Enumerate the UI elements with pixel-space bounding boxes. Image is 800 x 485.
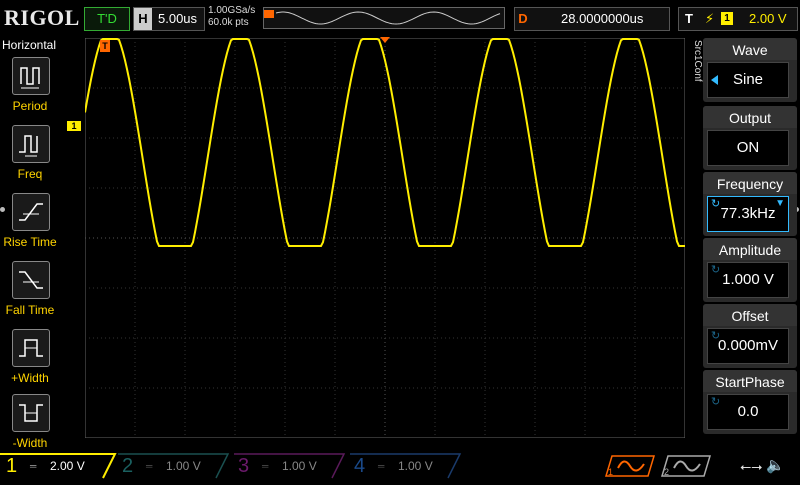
channel-4-status[interactable]: 4 ═ 1.00 V: [348, 454, 460, 478]
channel-2-status[interactable]: 2 ═ 1.00 V: [116, 454, 228, 478]
measure-fall-time[interactable]: Fall Time: [0, 261, 60, 323]
generator-2-sine-icon: 2: [660, 455, 712, 477]
generator-1-button[interactable]: 1: [604, 454, 656, 478]
delay-label: D: [518, 11, 528, 26]
waveform-display[interactable]: [84, 37, 686, 439]
memory-depth: 60.0k pts: [208, 17, 249, 28]
knob-icon: ↻: [711, 198, 721, 210]
frequency-title: Frequency: [703, 172, 797, 194]
memory-overview-waveform: [264, 10, 501, 25]
memory-overview-strip[interactable]: [263, 7, 505, 29]
frequency-label: Freq: [17, 167, 43, 181]
trigger-position-icon[interactable]: T: [100, 40, 110, 52]
selector-arrow-icon: [711, 75, 718, 85]
horizontal-timebase[interactable]: H 5.00us: [133, 7, 205, 31]
generator-1-number: 1: [608, 467, 613, 477]
measure-frequency[interactable]: Freq: [0, 125, 60, 187]
usb-icon: ⭠⭢: [740, 458, 763, 474]
trigger-label: T: [685, 11, 693, 26]
acquisition-info: 1.00GSa/s 60.0k pts: [208, 5, 255, 29]
dc-coupling-icon: ═: [262, 461, 269, 471]
wave-value: Sine: [707, 62, 789, 98]
brand-logo: RIGOL: [4, 5, 80, 30]
start-phase-value: ↻ 0.0: [707, 394, 789, 430]
channel-3-scale: 1.00 V: [282, 459, 317, 473]
period-icon: [12, 57, 50, 95]
offset-softkey[interactable]: Offset ↻ 0.000mV: [703, 304, 797, 368]
measure-negative-width[interactable]: -Width: [0, 394, 60, 456]
trigger-level: 2.00 V: [749, 11, 787, 26]
channel-2-scale: 1.00 V: [166, 459, 201, 473]
positive-width-label: +Width: [11, 371, 49, 385]
trigger-position-marker: [264, 10, 274, 18]
channel-1-number: 1: [6, 455, 18, 477]
sample-rate: 1.00GSa/s: [208, 5, 256, 16]
mini-waveform: [275, 11, 501, 25]
timebase-value: 5.00us: [158, 11, 198, 26]
generator-2-number: 2: [664, 467, 669, 477]
fall-time-icon: [12, 261, 50, 299]
generator-2-button[interactable]: 2: [660, 454, 712, 478]
frequency-value: ↻ ▼ 77.3kHz: [707, 196, 789, 232]
start-phase-softkey[interactable]: StartPhase ↻ 0.0: [703, 370, 797, 434]
rising-edge-icon: ⚡: [705, 11, 715, 26]
output-softkey[interactable]: Output ON: [703, 106, 797, 170]
delay-value: 28.0000000us: [561, 11, 644, 26]
output-value: ON: [707, 130, 789, 166]
generator-1-sine-icon: 1: [604, 455, 656, 477]
frequency-softkey[interactable]: Frequency ↻ ▼ 77.3kHz: [703, 172, 797, 236]
start-phase-title: StartPhase: [703, 370, 797, 392]
dc-coupling-icon: ═: [378, 461, 385, 471]
wave-title: Wave: [703, 38, 797, 60]
channel-4-number: 4: [354, 455, 366, 477]
channel-2-number: 2: [122, 455, 134, 477]
amplitude-value: ↻ 1.000 V: [707, 262, 789, 298]
measure-positive-width[interactable]: +Width: [0, 329, 60, 391]
amplitude-title: Amplitude: [703, 238, 797, 260]
offset-title: Offset: [703, 304, 797, 326]
dc-coupling-icon: ═: [146, 461, 153, 471]
speaker-icon[interactable]: 🔈: [766, 456, 786, 474]
measure-rise-time[interactable]: Rise Time: [0, 193, 60, 255]
source-config-label: Src1Conf: [692, 40, 703, 82]
frequency-icon: [12, 125, 50, 163]
negative-width-icon: [12, 394, 50, 432]
knob-down-icon: ▼: [775, 198, 785, 209]
knob-icon: ↻: [711, 330, 721, 342]
right-softkey-menu: Wave Sine Output ON Frequency ↻ ▼ 77.3kHz …: [703, 38, 800, 438]
channel-3-status[interactable]: 3 ═ 1.00 V: [232, 454, 344, 478]
knob-icon: ↻: [711, 264, 721, 276]
trigger-source-badge: 1: [721, 12, 733, 25]
horizontal-label: H: [134, 8, 152, 30]
delay-box[interactable]: D 28.0000000us: [514, 7, 670, 31]
channel-1-status[interactable]: 1 ═ 2.00 V: [0, 454, 112, 478]
measure-period[interactable]: Period: [0, 57, 60, 119]
period-label: Period: [12, 99, 48, 113]
fall-time-label: Fall Time: [5, 303, 55, 317]
negative-width-label: -Width: [12, 436, 48, 450]
channel-4-scale: 1.00 V: [398, 459, 433, 473]
positive-width-icon: [12, 329, 50, 367]
channel-1-scale: 2.00 V: [50, 459, 85, 473]
wave-softkey[interactable]: Wave Sine: [703, 38, 797, 102]
offset-value: ↻ 0.000mV: [707, 328, 789, 364]
rise-time-label: Rise Time: [3, 235, 57, 249]
trigger-delay-marker-icon: [380, 37, 390, 43]
graticule: [84, 37, 686, 439]
amplitude-softkey[interactable]: Amplitude ↻ 1.000 V: [703, 238, 797, 302]
output-title: Output: [703, 106, 797, 128]
knob-icon: ↻: [711, 396, 721, 408]
rise-time-icon: [12, 193, 50, 231]
left-menu-title: Horizontal: [2, 38, 57, 52]
dc-coupling-icon: ═: [30, 461, 37, 471]
trigger-status-badge[interactable]: T'D: [84, 7, 130, 31]
trigger-box[interactable]: T ⚡ 1 2.00 V: [678, 7, 798, 31]
channel-3-number: 3: [238, 455, 250, 477]
channel-1-offset-marker[interactable]: 1: [67, 121, 81, 131]
